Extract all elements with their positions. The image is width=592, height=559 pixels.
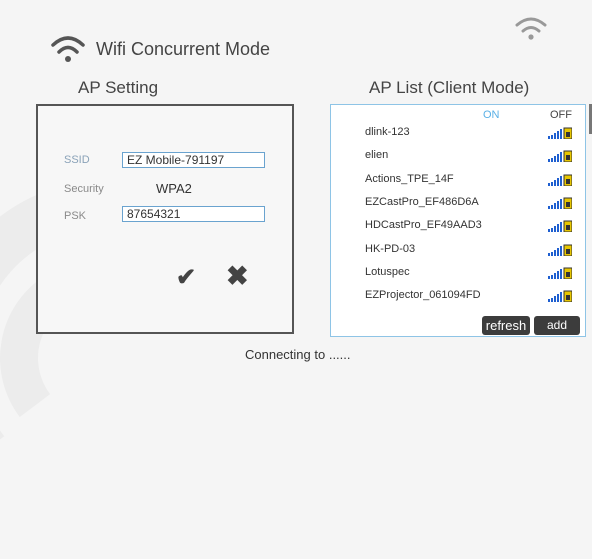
ap-list-item[interactable]: HK-PD-03 bbox=[331, 241, 585, 261]
ap-list-item[interactable]: Lotuspec bbox=[331, 264, 585, 284]
ap-list-panel: ON OFF dlink-123 elien Actions_TPE_14F EZCa… bbox=[330, 104, 586, 337]
ap-name: dlink-123 bbox=[365, 126, 410, 138]
signal-lock-icon bbox=[548, 267, 572, 279]
page-header: Wifi Concurrent Mode bbox=[50, 34, 270, 64]
ap-setting-heading: AP Setting bbox=[78, 78, 159, 97]
ap-list-heading: AP List (Client Mode) bbox=[369, 78, 530, 97]
ap-list-item[interactable]: elien bbox=[331, 147, 585, 167]
confirm-check-icon[interactable]: ✔ bbox=[176, 263, 196, 292]
refresh-button[interactable]: refresh bbox=[482, 316, 530, 335]
ap-list-item[interactable]: EZProjector_061094FD bbox=[331, 287, 585, 307]
ap-name: Actions_TPE_14F bbox=[365, 172, 454, 185]
signal-lock-icon bbox=[548, 220, 572, 233]
ap-setting-panel: SSID Security WPA2 PSK ✔ ✖ bbox=[36, 104, 294, 334]
signal-lock-icon bbox=[548, 290, 572, 303]
signal-lock-icon bbox=[548, 197, 572, 209]
add-button[interactable]: add bbox=[534, 316, 580, 335]
signal-lock-icon bbox=[548, 150, 572, 163]
page-title: Wifi Concurrent Mode bbox=[96, 38, 271, 59]
toggle-on[interactable]: ON bbox=[483, 109, 500, 121]
ap-list-item[interactable]: EZCastPro_EF486D6A bbox=[331, 194, 585, 214]
ap-name: EZCastPro_EF486D6A bbox=[365, 195, 479, 208]
ap-name: elien bbox=[365, 149, 389, 162]
toggle-off[interactable]: OFF bbox=[550, 109, 572, 121]
wifi-icon bbox=[51, 36, 85, 62]
ap-name: Lotuspec bbox=[365, 265, 410, 278]
connection-status: Connecting to ...... bbox=[245, 347, 351, 362]
wifi-status-icon bbox=[515, 17, 547, 40]
ssid-input[interactable] bbox=[122, 152, 265, 168]
security-label: Security bbox=[64, 183, 104, 195]
signal-lock-icon bbox=[548, 127, 572, 139]
security-value[interactable]: WPA2 bbox=[156, 181, 192, 196]
ap-list-item[interactable]: HDCastPro_EF49AAD3 bbox=[331, 217, 585, 237]
ap-name: HDCastPro_EF49AAD3 bbox=[365, 219, 482, 232]
ssid-label: SSID bbox=[64, 154, 90, 166]
signal-lock-icon bbox=[548, 244, 572, 256]
ap-name: HK-PD-03 bbox=[365, 242, 416, 255]
psk-label: PSK bbox=[64, 210, 87, 222]
ap-name: EZProjector_061094FD bbox=[365, 289, 481, 302]
ap-list-item[interactable]: Actions_TPE_14F bbox=[331, 171, 585, 191]
cancel-close-icon[interactable]: ✖ bbox=[226, 261, 249, 292]
ap-list-item[interactable]: dlink-123 bbox=[331, 124, 585, 144]
psk-input[interactable] bbox=[122, 206, 265, 222]
signal-lock-icon bbox=[548, 174, 572, 186]
